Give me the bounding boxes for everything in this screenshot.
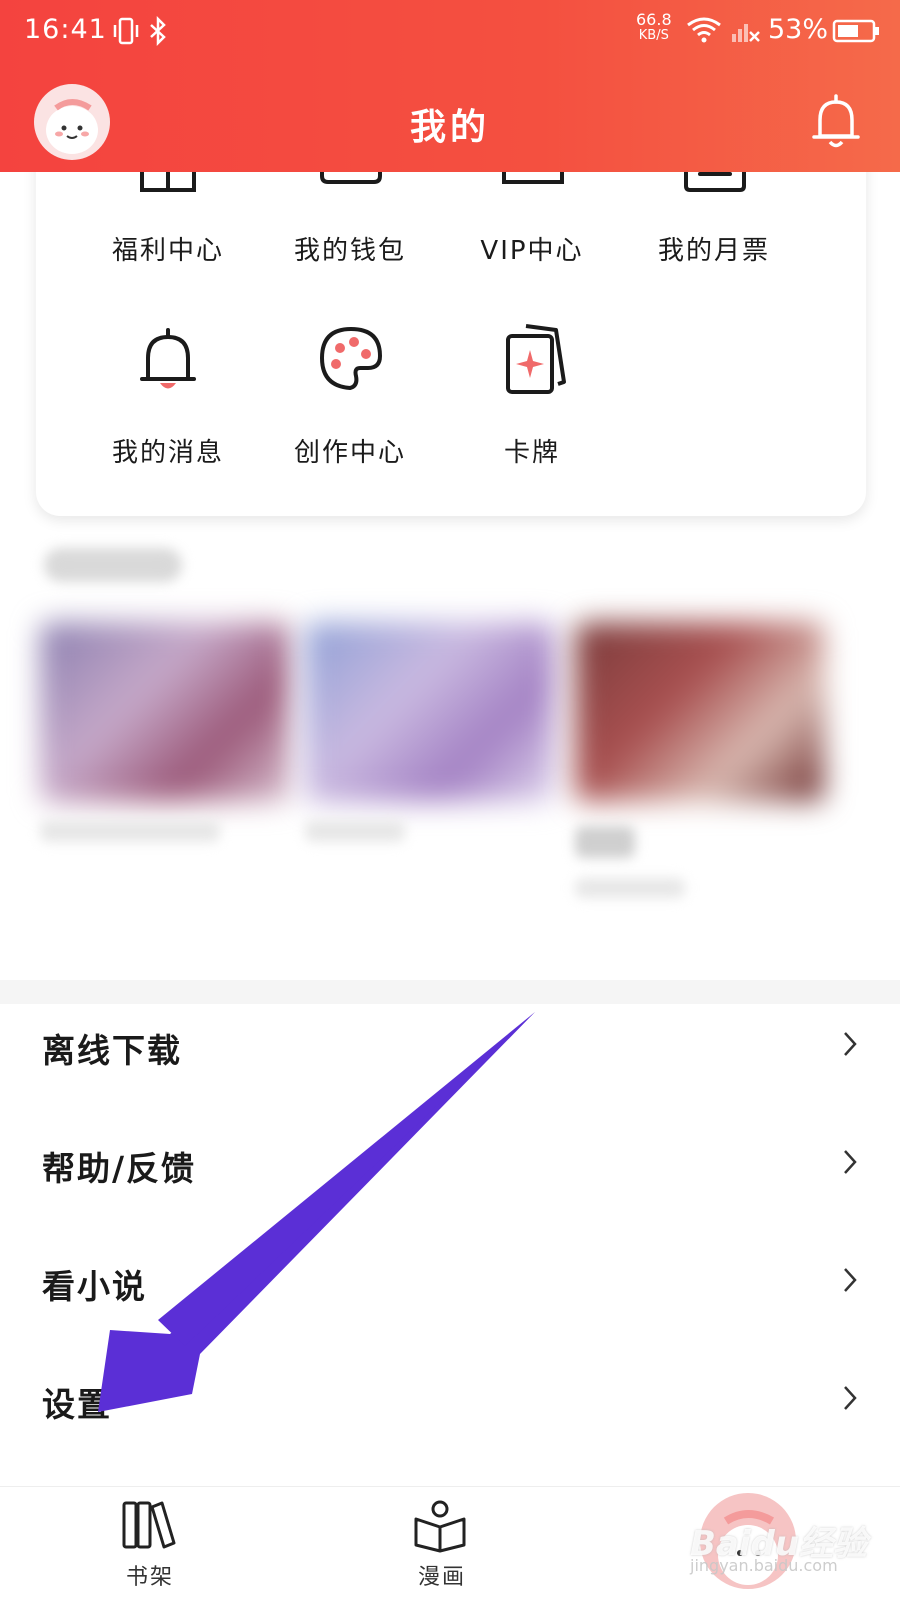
menu-label: 设置 [42,1385,112,1424]
bookshelf-icon [122,1501,176,1549]
grid-label-messages: 我的消息 [111,438,224,468]
wifi-icon [687,17,721,43]
blurred-caption [305,820,405,842]
grid-item-messages[interactable]: 我的消息 [78,322,258,472]
blurred-section-title [44,548,182,582]
app-header: 16:41 66.8 KB/S 53% 我的 [0,0,900,172]
grid-label-ticket: 我的月票 [657,236,770,266]
nav-comics[interactable]: 漫画 [352,1487,532,1601]
chevron-right-icon [844,1032,857,1056]
grid-label-creation: 创作中心 [293,438,406,468]
blurred-caption [40,820,220,842]
menu-label: 帮助/反馈 [42,1149,197,1188]
bell-icon [140,328,196,389]
palette-icon [320,327,382,390]
grid-label-wallet: 我的钱包 [293,236,406,266]
blurred-caption [575,878,685,898]
grid-item-cards[interactable]: 卡牌 [442,322,622,472]
page-title: 我的 [409,107,490,148]
grid-label-welfare: 福利中心 [111,236,224,266]
features-card: 福利中心 我的钱包 VIP中心 我的月票 我的消息 创作中心 卡牌 [36,150,866,516]
menu-label: 看小说 [42,1267,147,1306]
nav-bookshelf[interactable]: 书架 [60,1487,240,1601]
menu-read-novels[interactable]: 看小说 [0,1222,900,1340]
vibrate-icon [113,17,139,45]
notification-bell-icon[interactable] [810,92,862,152]
menu-offline-download[interactable]: 离线下载 [0,986,900,1104]
blurred-thumbnail[interactable] [575,622,825,802]
grid-label-vip: VIP中心 [480,236,584,266]
nav-label: 书架 [125,1565,174,1590]
chevron-right-icon [844,1386,857,1410]
bluetooth-icon [150,16,166,46]
blurred-caption [575,826,635,858]
blurred-recommendations [0,528,900,958]
menu-help-feedback[interactable]: 帮助/反馈 [0,1104,900,1222]
comic-book-icon [414,1500,466,1553]
grid-item-creation[interactable]: 创作中心 [260,322,440,472]
nav-label: 漫画 [417,1565,466,1590]
menu-label: 离线下载 [42,1031,182,1070]
chevron-right-icon [844,1268,857,1292]
battery-icon [832,19,879,43]
battery-percent: 53% [768,14,829,45]
menu-settings[interactable]: 设置 [0,1340,900,1458]
blurred-thumbnail[interactable] [305,622,555,802]
net-speed: 66.8 KB/S [636,10,672,44]
cards-icon [506,324,566,394]
watermark-url: jingyan.baidu.com [690,1556,838,1575]
signal-icon [732,24,760,42]
status-time: 16:41 [24,14,107,45]
grid-label-cards: 卡牌 [503,438,560,468]
status-bar: 16:41 66.8 KB/S 53% [0,0,900,64]
blurred-thumbnail[interactable] [40,622,290,802]
chevron-right-icon [844,1150,857,1174]
